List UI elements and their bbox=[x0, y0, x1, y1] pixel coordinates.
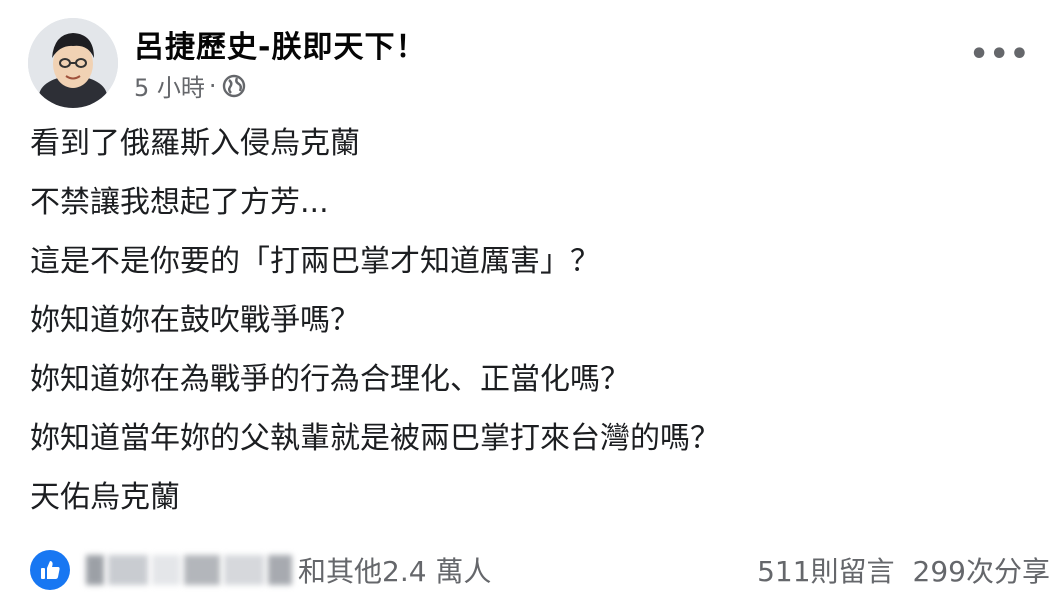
post-text-line: 天佑烏克蘭 bbox=[30, 480, 180, 515]
post-meta: 5 小時 · bbox=[134, 68, 247, 103]
share-count[interactable]: 299次分享 bbox=[913, 550, 1050, 590]
reaction-count[interactable]: 和其他2.4 萬人 bbox=[298, 550, 491, 590]
avatar-image bbox=[28, 18, 118, 108]
comment-count[interactable]: 511則留言 bbox=[757, 550, 894, 590]
blurred-reactor-names[interactable] bbox=[86, 555, 292, 585]
post-text-line: 妳知道當年妳的父執輩就是被兩巴掌打來台灣的嗎？ bbox=[30, 421, 720, 456]
post-time[interactable]: 5 小時 bbox=[134, 68, 205, 103]
post-body: 看到了俄羅斯入侵烏克蘭 不禁讓我想起了方芳... 這是不是你要的「打兩巴掌才知道… bbox=[30, 126, 1020, 539]
post-footer: 和其他2.4 萬人 511則留言 299次分享 bbox=[30, 548, 1050, 592]
avatar[interactable] bbox=[28, 18, 118, 108]
post-author-name[interactable]: 呂捷歷史-朕即天下！ bbox=[134, 22, 426, 66]
like-icon[interactable] bbox=[30, 550, 70, 590]
facebook-post: 呂捷歷史-朕即天下！ 5 小時 · ••• 看到了俄羅斯入侵烏克蘭 不禁讓我想起… bbox=[0, 0, 1060, 596]
post-text-line: 妳知道妳在鼓吹戰爭嗎？ bbox=[30, 303, 360, 338]
more-options-icon[interactable]: ••• bbox=[969, 40, 1030, 70]
post-text-line: 妳知道妳在為戰爭的行為合理化、正當化嗎？ bbox=[30, 362, 630, 397]
meta-separator: · bbox=[208, 71, 217, 100]
post-text-line: 這是不是你要的「打兩巴掌才知道厲害」？ bbox=[30, 244, 600, 279]
post-text-line: 不禁讓我想起了方芳... bbox=[30, 185, 329, 220]
post-text-line: 看到了俄羅斯入侵烏克蘭 bbox=[30, 126, 360, 161]
globe-icon[interactable] bbox=[221, 73, 247, 99]
